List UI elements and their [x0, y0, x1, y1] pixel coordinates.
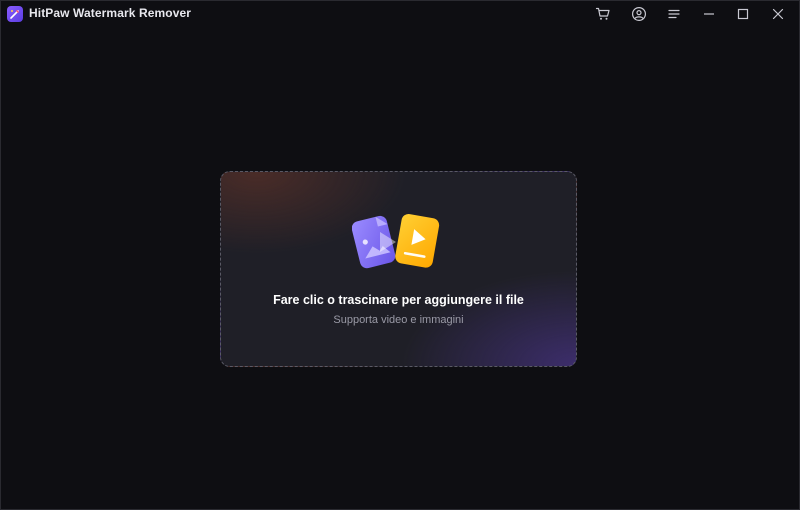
app-logo-icon [7, 6, 23, 22]
cart-button[interactable] [591, 3, 615, 25]
menu-button[interactable] [662, 3, 686, 25]
account-button[interactable] [627, 3, 651, 25]
app-window: HitPaw Watermark Remover Fare clic o tra… [0, 0, 800, 510]
cart-icon [595, 7, 610, 20]
upload-illustration [352, 214, 440, 269]
maximize-icon [737, 8, 749, 20]
menu-icon [668, 9, 680, 19]
close-button[interactable] [766, 3, 790, 25]
video-file-icon [395, 214, 440, 268]
title-bar[interactable]: HitPaw Watermark Remover [1, 1, 799, 27]
drop-zone-subtitle: Supporta video e immagini [333, 314, 464, 326]
minimize-icon [704, 13, 714, 15]
app-title: HitPaw Watermark Remover [29, 6, 192, 20]
file-drop-zone[interactable]: Fare clic o trascinare per aggiungere il… [220, 171, 577, 367]
maximize-button[interactable] [731, 3, 755, 25]
minimize-button[interactable] [697, 3, 721, 25]
account-icon [631, 6, 647, 22]
close-icon [772, 8, 784, 20]
drop-zone-title: Fare clic o trascinare per aggiungere il… [273, 293, 524, 307]
